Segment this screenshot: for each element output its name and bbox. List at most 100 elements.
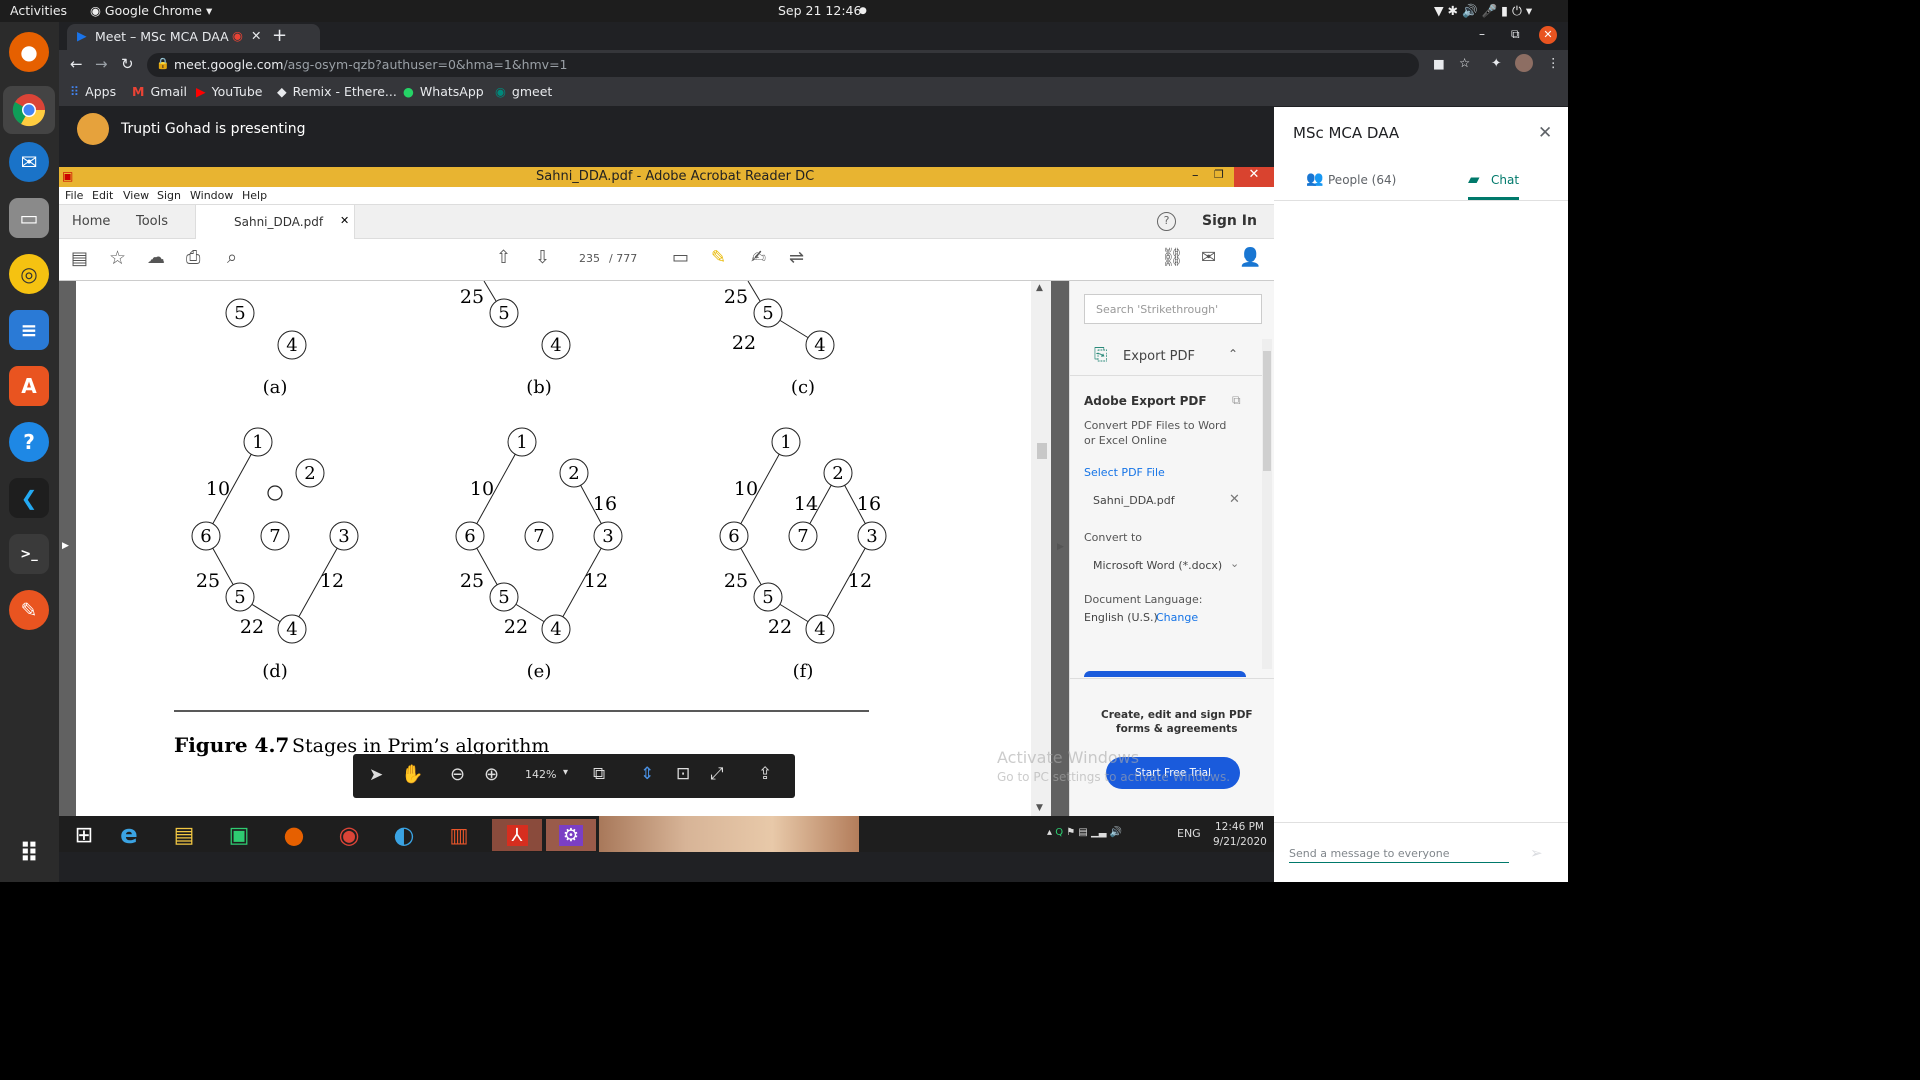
- presentation-icon[interactable]: ▥: [434, 819, 484, 851]
- convert-to-select[interactable]: Microsoft Word (*.docx): [1093, 559, 1222, 572]
- close-window-button[interactable]: ✕: [1539, 26, 1557, 44]
- tab-close-icon[interactable]: ✕: [251, 28, 261, 43]
- profile-avatar[interactable]: [1515, 54, 1533, 72]
- collapse-chevron-icon[interactable]: ⌃: [1228, 347, 1238, 361]
- tab-chat[interactable]: ▰ Chat: [1421, 159, 1568, 200]
- bookmark-icon[interactable]: ☆: [109, 247, 126, 269]
- restore-button[interactable]: ⧉: [1511, 27, 1520, 42]
- upload-cloud-icon[interactable]: ☁: [147, 247, 165, 268]
- tools-search-input[interactable]: Search 'Strikethrough': [1084, 294, 1262, 324]
- acrobat-maximize-button[interactable]: ❐: [1214, 168, 1224, 181]
- pdf-page[interactable]: 545454123456712345671234567 (a) (b) (c) 25 2…: [76, 281, 1031, 816]
- sign-pen-icon[interactable]: ✍: [751, 247, 766, 268]
- scroll-up-icon[interactable]: ▲: [1036, 283, 1043, 293]
- save-icon[interactable]: ▤: [71, 248, 88, 269]
- fit-width-icon[interactable]: ⊡: [676, 764, 690, 784]
- left-panel-toggle-icon[interactable]: ▶: [62, 541, 69, 551]
- tab-document[interactable]: Sahni_DDA.pdf ✕: [195, 205, 355, 239]
- hand-tool-icon[interactable]: ✋: [401, 764, 423, 785]
- zoom-dropdown-icon[interactable]: ▾: [563, 767, 568, 778]
- acrobat-close-button[interactable]: ✕: [1234, 167, 1274, 187]
- vertical-scrollbar[interactable]: ▲ ▼: [1031, 281, 1051, 816]
- tab-tools[interactable]: Tools: [136, 214, 168, 229]
- convert-button[interactable]: [1084, 671, 1246, 677]
- firefox-icon[interactable]: ●: [9, 32, 49, 72]
- extensions-icon[interactable]: ✦: [1491, 55, 1501, 70]
- help-circle-icon[interactable]: ?: [1157, 212, 1176, 231]
- page-down-icon[interactable]: ⇩: [535, 247, 550, 268]
- page-up-icon[interactable]: ⇧: [496, 247, 511, 268]
- menu-help[interactable]: Help: [242, 189, 267, 202]
- tray-icons[interactable]: ▴ Q ⚑ ▤ ▁▃ 🔊: [1047, 827, 1122, 838]
- rhythmbox-icon[interactable]: ◎: [9, 254, 49, 294]
- export-pdf-title[interactable]: Export PDF: [1123, 349, 1195, 364]
- bookmark-remix[interactable]: ◆ Remix - Ethere...: [277, 84, 397, 99]
- software-center-icon[interactable]: A: [9, 366, 49, 406]
- store-icon[interactable]: ▣: [214, 819, 264, 851]
- chrome-dock-icon[interactable]: [3, 86, 55, 134]
- chrome-menu-icon[interactable]: ⋮: [1547, 55, 1560, 70]
- scroll-thumb[interactable]: [1037, 443, 1047, 459]
- right-panel-toggle-icon[interactable]: ▶: [1057, 542, 1064, 552]
- change-language-link[interactable]: Change: [1156, 611, 1198, 624]
- zoom-level[interactable]: 142%: [525, 768, 556, 781]
- edge-icon[interactable]: ◐: [379, 819, 429, 851]
- ie-icon[interactable]: e: [104, 819, 154, 851]
- chat-input[interactable]: Send a message to everyone: [1289, 843, 1509, 863]
- acrobat-minimize-button[interactable]: –: [1192, 168, 1199, 183]
- sign-in-button[interactable]: Sign In: [1202, 213, 1257, 229]
- page-number-input[interactable]: 235: [579, 252, 600, 265]
- menu-sign[interactable]: Sign: [157, 189, 181, 202]
- system-tray-icons[interactable]: ▼ ✱ 🔊 🎤 ▮ ⏻ ▾: [1434, 3, 1532, 19]
- omnibox[interactable]: 🔒 meet.google.com/asg-osym-qzb?authuser=…: [147, 53, 1419, 77]
- bookmark-gmail[interactable]: M Gmail: [132, 84, 187, 99]
- close-panel-icon[interactable]: ✕: [1538, 123, 1552, 143]
- tab-home[interactable]: Home: [72, 214, 110, 229]
- bookmark-apps[interactable]: ⠿ Apps: [70, 84, 116, 99]
- copy-icon[interactable]: ⧉: [1232, 393, 1241, 408]
- menu-window[interactable]: Window: [190, 189, 233, 202]
- back-icon[interactable]: ←: [70, 55, 83, 73]
- share-link-icon[interactable]: ⛓: [1161, 247, 1184, 268]
- select-file-link[interactable]: Select PDF File: [1084, 466, 1165, 479]
- firefox-taskbar-icon[interactable]: ●: [269, 819, 319, 851]
- tab-people[interactable]: 👥 People (64): [1274, 159, 1421, 199]
- vscode-icon[interactable]: ❮: [9, 478, 49, 518]
- editor-icon[interactable]: ✎: [9, 590, 49, 630]
- share-upload-icon[interactable]: ⇪: [758, 764, 772, 784]
- tab-close-icon[interactable]: ✕: [340, 214, 349, 227]
- search-icon[interactable]: ⌕: [227, 247, 237, 268]
- dropdown-chevron-icon[interactable]: ⌄: [1230, 557, 1239, 570]
- email-icon[interactable]: ✉: [1201, 247, 1216, 268]
- fit-page-icon[interactable]: ⇕: [640, 764, 654, 784]
- scroll-down-icon[interactable]: ▼: [1036, 803, 1043, 813]
- chrome-taskbar-icon[interactable]: ◉: [324, 819, 374, 851]
- taskbar-date[interactable]: 9/21/2020: [1213, 836, 1267, 848]
- highlight-icon[interactable]: ✎: [711, 247, 726, 268]
- app-menu[interactable]: ◉ Google Chrome ▾: [90, 3, 212, 18]
- comment-icon[interactable]: ▭: [672, 247, 689, 268]
- menu-view[interactable]: View: [123, 189, 149, 202]
- bookmark-whatsapp[interactable]: ● WhatsApp: [403, 84, 484, 99]
- taskbar-time[interactable]: 12:46 PM: [1215, 821, 1264, 833]
- zoom-in-icon[interactable]: ⊕: [484, 764, 499, 785]
- input-language[interactable]: ENG: [1177, 827, 1201, 840]
- bookmark-youtube[interactable]: ▶ YouTube: [196, 84, 262, 99]
- zoom-out-icon[interactable]: ⊖: [450, 764, 465, 785]
- remove-file-icon[interactable]: ✕: [1229, 492, 1240, 507]
- lock-icon[interactable]: 🔒: [156, 57, 170, 70]
- select-tool-icon[interactable]: ➤: [369, 765, 383, 785]
- bookmark-star-icon[interactable]: ☆: [1459, 55, 1470, 70]
- help-icon[interactable]: ?: [9, 422, 49, 462]
- files-icon[interactable]: ▭: [9, 198, 49, 238]
- clock[interactable]: Sep 21 12:46: [778, 3, 861, 18]
- new-tab-button[interactable]: +: [272, 25, 287, 46]
- activities-button[interactable]: Activities: [10, 3, 67, 18]
- add-person-icon[interactable]: 👤: [1239, 247, 1261, 268]
- reload-icon[interactable]: ↻: [121, 55, 134, 73]
- acrobat-taskbar-icon[interactable]: ⅄: [492, 819, 542, 851]
- forward-icon[interactable]: →: [95, 55, 108, 73]
- fill-sign-icon[interactable]: ⇌: [789, 247, 804, 268]
- minimize-button[interactable]: –: [1479, 27, 1485, 41]
- print-icon[interactable]: ⎙: [186, 247, 200, 268]
